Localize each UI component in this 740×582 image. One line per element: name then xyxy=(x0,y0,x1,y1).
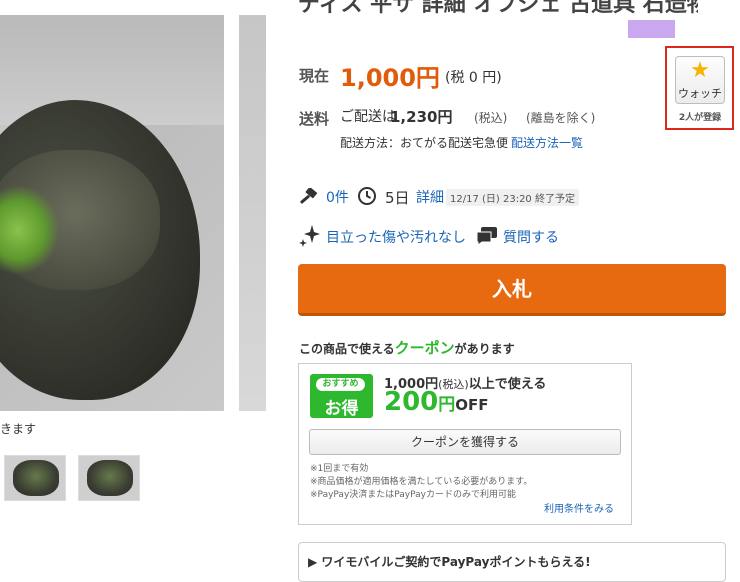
coupon-terms-link[interactable]: 利用条件をみる xyxy=(544,500,614,515)
time-detail-link[interactable]: 詳細 xyxy=(416,187,444,207)
bid-count[interactable]: 0件 xyxy=(326,187,349,207)
badge-deal: お得 xyxy=(324,399,359,419)
thumbnail-image xyxy=(13,460,59,496)
next-image-preview[interactable] xyxy=(239,15,266,411)
shipping-methods-link[interactable]: 配送方法一覧 xyxy=(511,134,583,151)
title-highlight xyxy=(628,20,675,38)
ask-question-link[interactable]: 質問する xyxy=(503,227,559,247)
thumbnail-image xyxy=(87,460,133,496)
coupon-note: ※1回まで有効 xyxy=(310,464,369,474)
discount-unit: 円 xyxy=(438,395,456,415)
shipping-amount: 1,230円 xyxy=(390,108,453,126)
coupon-note: ※商品価格が適用価格を満たしている必要があります。 xyxy=(310,477,533,487)
get-coupon-button[interactable]: クーポンを獲得する xyxy=(309,429,621,455)
discount-off: OFF xyxy=(455,396,489,414)
shipping-label: 送料 xyxy=(299,110,330,128)
coupon-heading-text: この商品で使える xyxy=(299,342,395,356)
shipping-method: 配送方法：おてがる配送宅急便 xyxy=(340,136,509,150)
thumbnail[interactable] xyxy=(4,455,66,501)
clock-icon xyxy=(358,187,376,205)
end-time: 12/17 (日) 23:20 終了予定 xyxy=(446,189,579,206)
gallery-caption: きます xyxy=(0,422,37,436)
watch-label: ウォッチ xyxy=(678,87,722,100)
coupon-heading-tail: があります xyxy=(454,342,515,356)
item-condition[interactable]: 目立った傷や汚れなし xyxy=(326,227,466,247)
promo-text: ▶ ワイモバイルご契約でPayPayポイントもらえる! xyxy=(308,553,591,570)
main-product-image[interactable] xyxy=(0,15,224,411)
thumbnail[interactable] xyxy=(78,455,140,501)
badge-recommend: おすすめ xyxy=(316,378,365,391)
watch-button[interactable]: ★ ウォッチ xyxy=(675,56,725,104)
sparkle-icon xyxy=(299,225,320,247)
question-icon xyxy=(476,227,497,246)
image-plant xyxy=(0,185,60,275)
coupon-heading: この商品で使えるクーポンがあります xyxy=(299,337,515,358)
watch-count: 2人が登録 xyxy=(678,113,722,123)
item-title-text: ディス 平サ 詳細 オブジェ 古道具 石造物 xyxy=(298,0,698,17)
coupon-heading-highlight: クーポン xyxy=(394,339,455,357)
coupon-discount: 200円OFF xyxy=(384,387,489,417)
shipping-tax-note: (税込) xyxy=(474,111,508,125)
current-price: 1,000円 xyxy=(340,64,440,92)
shipping-region-note: (離島を除く) xyxy=(526,111,596,125)
price-tax: (税 0 円) xyxy=(445,70,502,86)
promo-label: ワイモバイルご契約でPayPayポイントもらえる! xyxy=(321,555,591,569)
price-label: 現在 xyxy=(299,67,330,85)
bid-button[interactable]: 入札 xyxy=(298,264,726,316)
discount-value: 200 xyxy=(384,387,439,417)
triangle-right-icon: ▶ xyxy=(308,555,322,569)
star-icon: ★ xyxy=(690,58,710,83)
coupon-badge: おすすめ お得 xyxy=(310,374,373,419)
gavel-icon xyxy=(300,188,317,204)
shipping-prefix: ご配送は xyxy=(340,109,396,125)
time-remaining: 5日 xyxy=(385,189,410,207)
item-title: ディス 平サ 詳細 オブジェ 古道具 石造物 xyxy=(298,0,698,22)
coupon-note: ※PayPay決済またはPayPayカードのみで利用可能 xyxy=(310,490,516,500)
